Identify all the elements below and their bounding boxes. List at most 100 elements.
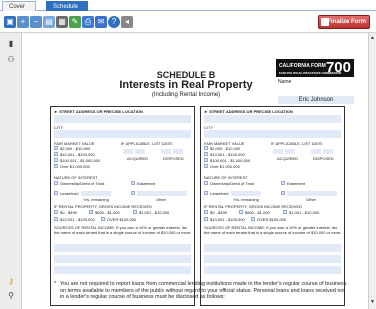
form-badge: CALIFORNIA FORM 700 FAIR POLITICAL PRACT… [276, 59, 354, 77]
disposed-label-2: DISPOSED [313, 156, 334, 161]
pages-icon[interactable]: ▮ [6, 39, 16, 49]
rental-checkbox-4[interactable] [54, 217, 58, 221]
city-field-2[interactable] [204, 130, 341, 138]
street-field[interactable] [54, 115, 191, 123]
acquired-date-field[interactable] [123, 149, 133, 154]
street-label: ► STREET ADDRESS OR PRECISE LOCATION [54, 109, 143, 114]
sources-label: SOURCES OF RENTAL INCOME: If you own a 1… [54, 225, 192, 235]
sources-field-2[interactable] [54, 255, 191, 263]
form-label: CALIFORNIA FORM [279, 63, 326, 69]
rental-checkbox-3[interactable] [133, 210, 137, 214]
other-checkbox-2[interactable] [281, 191, 285, 195]
scroll-down-icon[interactable]: ▼ [370, 299, 375, 305]
fit-page-icon[interactable]: ▣ [4, 16, 16, 28]
rental-label-2: IF RENTAL PROPERTY, GROSS INCOME RECEIVE… [204, 204, 302, 209]
schedule-note: (Including Rental Income) [151, 92, 221, 98]
attachment-icon[interactable]: ⚲ [6, 291, 16, 301]
leasehold-checkbox-2[interactable] [204, 191, 208, 195]
zoom-out-icon[interactable]: − [30, 16, 42, 28]
fmv-option-4: Over $1,000,000 [60, 164, 90, 169]
disposed-date-field[interactable] [161, 149, 171, 154]
easement-checkbox-2[interactable] [281, 181, 285, 185]
zoom-in-icon[interactable]: + [17, 16, 29, 28]
years-remaining-label: Yrs. remaining [83, 197, 109, 202]
rental-option-1: $0 - $499 [60, 210, 77, 215]
easement-label-2: Easement [287, 181, 306, 186]
finalize-form-button[interactable]: Finalize Form [318, 15, 370, 29]
other-field-2[interactable] [287, 191, 337, 196]
fmv-checkbox-2-3[interactable] [204, 158, 208, 162]
sources-field-2-2[interactable] [204, 255, 341, 263]
scroll-up-icon[interactable]: ▲ [370, 35, 375, 41]
leasehold-checkbox[interactable] [54, 191, 58, 195]
tab-schedule-b[interactable]: Schedule B [46, 1, 88, 20]
fmv-checkbox-2[interactable] [54, 152, 58, 156]
fmv-checkbox-2-2[interactable] [204, 152, 208, 156]
form-agency: FAIR POLITICAL PRACTICES COMMISSION [279, 71, 342, 75]
acquired-year-field-2[interactable] [285, 149, 295, 154]
disposed-year-field-2[interactable] [323, 149, 333, 154]
sources-label-2: SOURCES OF RENTAL INCOME: If you own a 1… [204, 225, 342, 235]
list-date-label-2: IF APPLICABLE, LIST DATE: [271, 141, 324, 146]
ownership-checkbox[interactable] [54, 181, 58, 185]
acquired-date-field-2[interactable] [273, 149, 283, 154]
left-panel: ▮ ⚇ ⚷ ⚲ [0, 33, 22, 309]
sources-field-1[interactable] [54, 244, 191, 252]
back-icon[interactable]: ◂ [121, 16, 133, 28]
finalize-label: Finalize Form [327, 19, 366, 25]
ownership-checkbox-2[interactable] [204, 181, 208, 185]
binoculars-icon[interactable]: ⚇ [6, 55, 16, 65]
email-icon[interactable]: ✉ [95, 16, 107, 28]
footnote-text: You are not required to report loans fro… [60, 281, 347, 301]
save-icon[interactable]: ▦ [56, 16, 68, 28]
edit-icon[interactable]: ✎ [69, 16, 81, 28]
property-column-1: ► STREET ADDRESS OR PRECISE LOCATION CIT… [50, 106, 195, 306]
key-icon[interactable]: ⚷ [6, 277, 16, 287]
rental-checkbox-2-5[interactable] [251, 217, 255, 221]
fmv-checkbox-1[interactable] [54, 146, 58, 150]
tab-cover-page[interactable]: Cover Page [2, 1, 36, 20]
fmv-checkbox-2-4[interactable] [204, 164, 208, 168]
name-label: Name [278, 79, 292, 85]
rental-option-4: $10,001 - $100,000 [60, 217, 95, 222]
city-field[interactable] [54, 130, 191, 138]
toolbar: ▣ + − ▤ ▦ ✎ ⎙ ✉ ? ◂ Finalize Form [0, 11, 376, 33]
rental-checkbox-2-1[interactable] [204, 210, 208, 214]
rental-checkbox-2[interactable] [89, 210, 93, 214]
rental-checkbox-2-4[interactable] [204, 217, 208, 221]
rental-option-3: $1,001 - $10,000 [139, 210, 170, 215]
sources-field-2-3[interactable] [204, 266, 341, 274]
fmv-option-2: $10,001 - $100,000 [60, 152, 95, 157]
fmv-checkbox-3[interactable] [54, 158, 58, 162]
easement-checkbox[interactable] [131, 181, 135, 185]
street-field-2[interactable] [204, 115, 341, 123]
fmv-checkbox-4[interactable] [54, 164, 58, 168]
vertical-scrollbar[interactable]: ▲ ▼ [368, 33, 376, 309]
sources-field-3[interactable] [54, 266, 191, 274]
leasehold-years-field[interactable] [81, 191, 111, 196]
rental-option-5: OVER $100,000 [107, 217, 137, 222]
rental-checkbox-2-2[interactable] [239, 210, 243, 214]
leasehold-years-field-2[interactable] [231, 191, 261, 196]
name-field[interactable]: Eric Johnson [278, 96, 354, 104]
fmv-option-2-3: $100,001 - $1,000,000 [210, 158, 251, 163]
other-field[interactable] [137, 191, 187, 196]
help-icon[interactable]: ? [108, 16, 120, 28]
rental-checkbox-1[interactable] [54, 210, 58, 214]
other-checkbox[interactable] [131, 191, 135, 195]
rental-checkbox-5[interactable] [101, 217, 105, 221]
footnote-marker: * [54, 281, 57, 287]
print-icon[interactable]: ⎙ [82, 16, 94, 28]
disposed-year-field[interactable] [173, 149, 183, 154]
rental-label: IF RENTAL PROPERTY, GROSS INCOME RECEIVE… [54, 204, 152, 209]
fmv-checkbox-2-1[interactable] [204, 146, 208, 150]
years-remaining-label-2: Yrs. remaining [233, 197, 259, 202]
disposed-date-field-2[interactable] [311, 149, 321, 154]
easement-label: Easement [137, 181, 156, 186]
acquired-year-field[interactable] [135, 149, 145, 154]
sources-field-2-1[interactable] [204, 244, 341, 252]
page-view-icon[interactable]: ▤ [43, 16, 55, 28]
leasehold-label-2: Leasehold [210, 191, 229, 196]
rental-checkbox-2-3[interactable] [283, 210, 287, 214]
ownership-label-2: Ownership/Deed of Trust [210, 181, 255, 186]
